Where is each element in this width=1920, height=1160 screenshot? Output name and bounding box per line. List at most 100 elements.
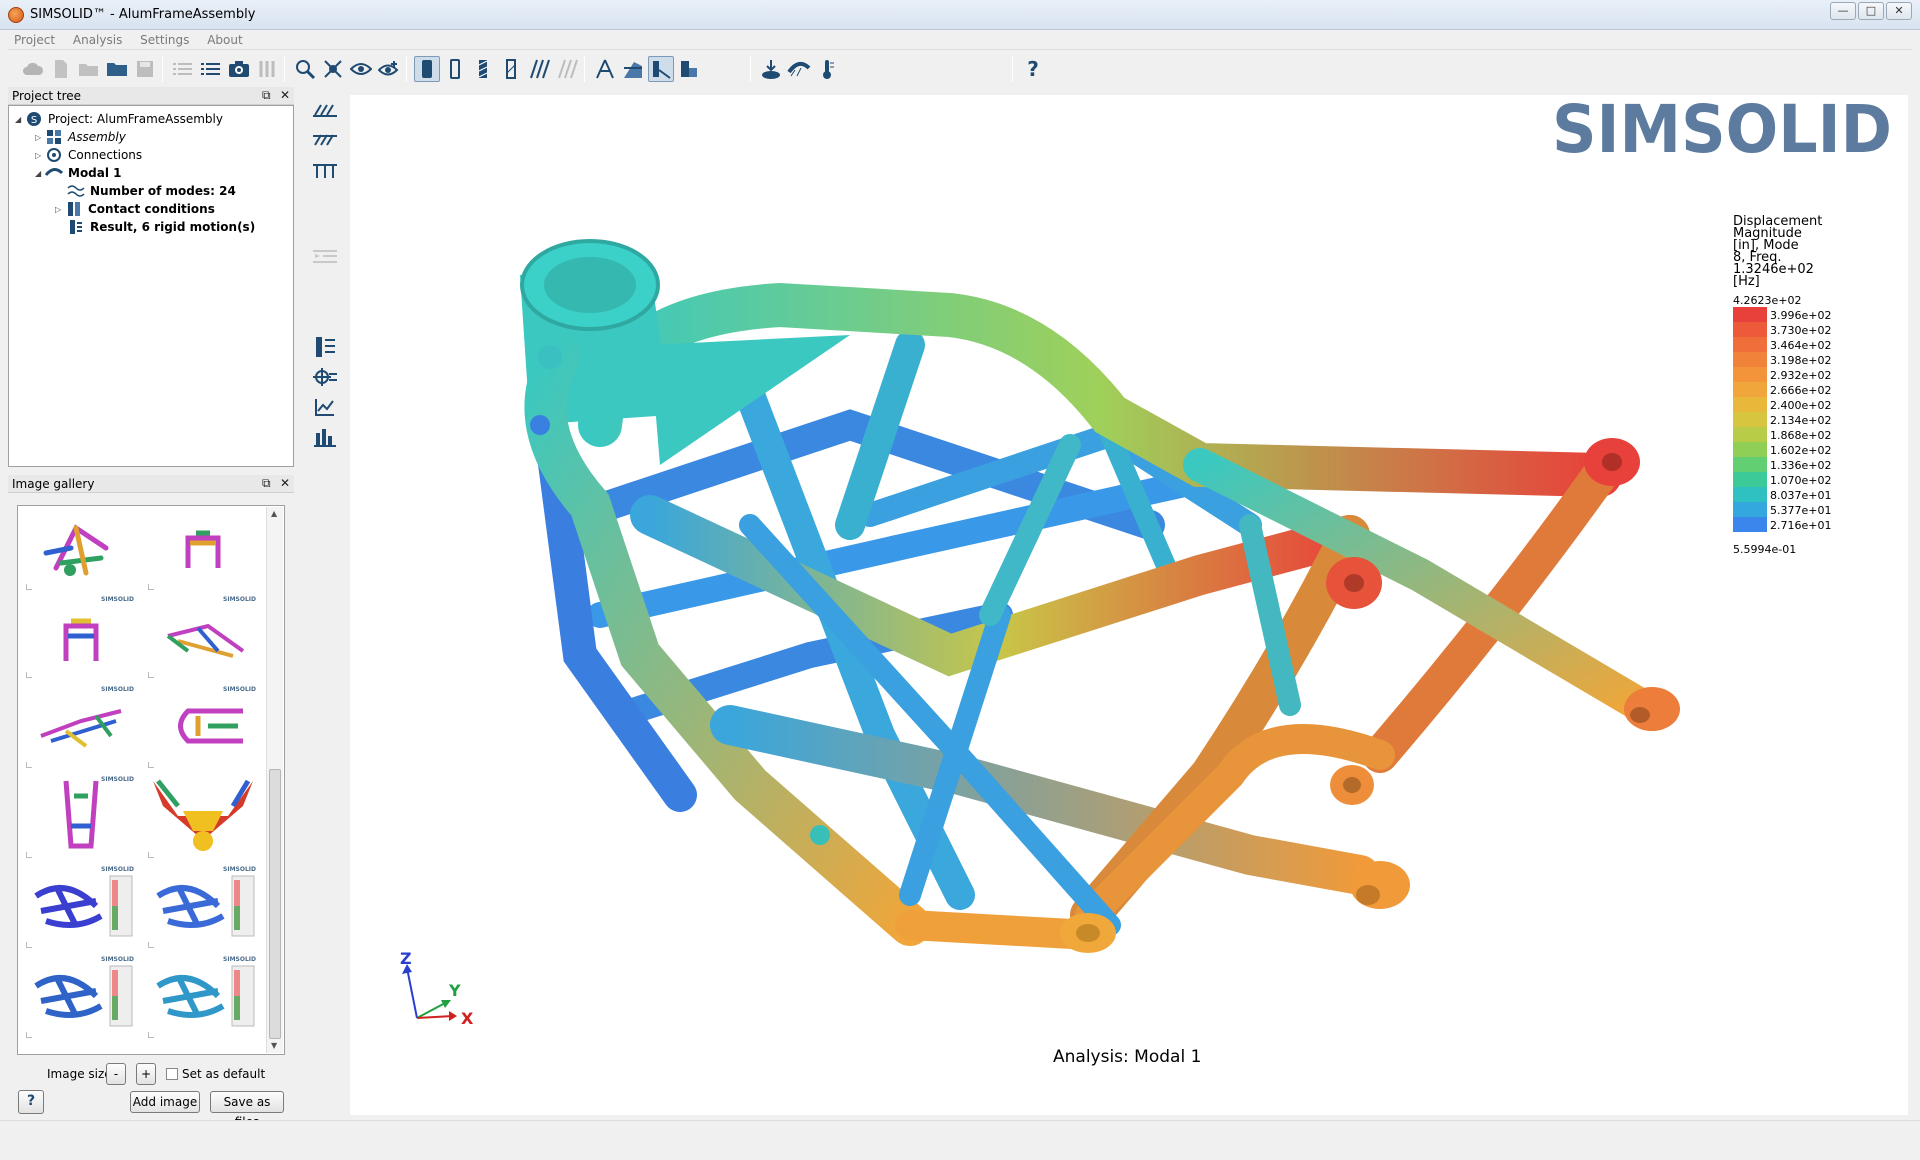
gallery-thumbnail[interactable]: SIMSOLID xyxy=(26,866,138,948)
insert-icon[interactable] xyxy=(312,245,338,269)
gallery-help-button[interactable]: ? xyxy=(18,1090,44,1114)
gallery-thumbnail[interactable]: SIMSOLID xyxy=(148,686,260,768)
view-mesh-icon[interactable] xyxy=(470,56,496,82)
view-section-icon[interactable] xyxy=(554,56,580,82)
minimize-button[interactable]: — xyxy=(1830,2,1856,20)
help-icon[interactable]: ? xyxy=(1020,56,1046,82)
details-list-icon[interactable] xyxy=(198,56,224,82)
save-icon[interactable] xyxy=(132,56,158,82)
set-default-checkbox[interactable] xyxy=(166,1068,178,1080)
show-all-icon[interactable] xyxy=(376,56,402,82)
probe-icon[interactable] xyxy=(648,56,674,82)
legend-swatch xyxy=(1733,472,1767,487)
close-panel-icon[interactable]: ✕ xyxy=(280,476,290,490)
gallery-thumbnail[interactable]: SIMSOLID xyxy=(26,686,138,768)
result-list-icon[interactable] xyxy=(312,335,338,359)
legend-label: 2.134e+02 xyxy=(1770,414,1832,427)
fixed-support-icon[interactable] xyxy=(312,159,338,183)
view-edges-icon[interactable] xyxy=(498,56,524,82)
axis-x-label: X xyxy=(461,1009,474,1028)
loads-icon[interactable] xyxy=(758,56,784,82)
scroll-down-icon[interactable]: ▼ xyxy=(271,1041,277,1050)
deformed-icon[interactable] xyxy=(676,56,702,82)
tree-item-connections[interactable]: ▷ Connections xyxy=(35,146,142,164)
frame-tubes xyxy=(520,239,1657,950)
float-panel-icon[interactable]: ⧉ xyxy=(262,476,271,491)
axis-y-label: Y xyxy=(448,981,461,1000)
simsolid-logo: SIMSOLID xyxy=(1552,96,1892,168)
tree-item-contact[interactable]: ▷ Contact conditions xyxy=(55,200,215,218)
legend-swatch xyxy=(1733,337,1767,352)
pressure-icon[interactable] xyxy=(312,129,338,153)
view-hatch-icon[interactable] xyxy=(526,56,552,82)
legend-swatch xyxy=(1733,457,1767,472)
tree-item-project[interactable]: ◢ S Project: AlumFrameAssembly xyxy=(15,110,223,128)
3d-viewport[interactable]: Z Y X xyxy=(350,95,1908,1115)
legend-swatch xyxy=(1733,427,1767,442)
scroll-up-icon[interactable]: ▲ xyxy=(271,509,277,518)
legend-entry: 8.037e+01 xyxy=(1733,487,1843,502)
gallery-thumbnail[interactable]: SIMSOLID xyxy=(148,866,260,948)
gallery-thumbnail[interactable]: SIMSOLID xyxy=(26,596,138,678)
hide-parts-icon[interactable] xyxy=(320,56,346,82)
close-panel-icon[interactable]: ✕ xyxy=(280,88,290,102)
view-solid-icon[interactable] xyxy=(414,56,440,82)
legend-label: 2.666e+02 xyxy=(1770,384,1832,397)
maximize-button[interactable]: □ xyxy=(1858,2,1884,20)
save-as-files-button[interactable]: Save as files xyxy=(210,1091,284,1129)
legend-swatch xyxy=(1733,352,1767,367)
camera-icon[interactable] xyxy=(226,56,252,82)
expand-arrow-icon[interactable]: ▷ xyxy=(35,133,45,142)
thermal-icon[interactable] xyxy=(814,56,840,82)
menu-project[interactable]: Project xyxy=(8,30,63,47)
image-size-minus-button[interactable]: - xyxy=(106,1063,126,1085)
list-icon[interactable] xyxy=(170,56,196,82)
gallery-thumbnail[interactable]: SIMSOLID xyxy=(26,956,138,1038)
set-default-label: Set as default xyxy=(182,1067,266,1081)
pattern-icon[interactable] xyxy=(254,56,280,82)
close-button[interactable]: ✕ xyxy=(1886,2,1912,20)
collapse-arrow-icon[interactable]: ◢ xyxy=(15,115,25,124)
new-file-icon[interactable] xyxy=(48,56,74,82)
tree-item-modal[interactable]: ◢ Modal 1 xyxy=(35,164,122,182)
expand-arrow-icon[interactable]: ▷ xyxy=(55,205,65,214)
add-image-button[interactable]: Add image xyxy=(130,1091,200,1113)
legend-swatch xyxy=(1733,487,1767,502)
gallery-scrollbar[interactable]: ▲ ▼ xyxy=(266,507,283,1053)
gallery-thumbnail[interactable] xyxy=(148,776,260,858)
menu-analysis[interactable]: Analysis xyxy=(67,30,130,47)
measure-icon[interactable] xyxy=(592,56,618,82)
expand-arrow-icon[interactable]: ▷ xyxy=(35,151,45,160)
bar-chart-icon[interactable] xyxy=(312,425,338,449)
gallery-thumbnail[interactable] xyxy=(26,508,138,590)
view-outline-icon[interactable] xyxy=(442,56,468,82)
show-eye-icon[interactable] xyxy=(348,56,374,82)
float-panel-icon[interactable]: ⧉ xyxy=(262,88,271,103)
tree-item-result[interactable]: Result, 6 rigid motion(s) xyxy=(67,218,255,236)
section-cut-icon[interactable] xyxy=(620,56,646,82)
line-chart-icon[interactable] xyxy=(312,395,338,419)
gallery-thumbnail[interactable]: SIMSOLID xyxy=(26,776,138,858)
folder-icon[interactable] xyxy=(104,56,130,82)
gallery-thumbnail[interactable]: SIMSOLID xyxy=(148,596,260,678)
open-folder-icon[interactable] xyxy=(76,56,102,82)
cloud-icon[interactable] xyxy=(20,56,46,82)
legend-entry: 2.932e+02 xyxy=(1733,367,1843,382)
collapse-arrow-icon[interactable]: ◢ xyxy=(35,169,45,178)
probe-point-icon[interactable] xyxy=(312,365,338,389)
scroll-thumb[interactable] xyxy=(269,769,281,1039)
tree-item-assembly[interactable]: ▷ Assembly xyxy=(35,128,126,146)
gallery-thumbnail[interactable]: SIMSOLID xyxy=(148,956,260,1038)
zoom-select-icon[interactable] xyxy=(292,56,318,82)
supports-icon[interactable] xyxy=(786,56,812,82)
image-size-plus-button[interactable]: + xyxy=(136,1063,156,1085)
tree-item-modes[interactable]: Number of modes: 24 xyxy=(67,182,236,200)
legend-entry: 1.070e+02 xyxy=(1733,472,1843,487)
legend-entry: 3.198e+02 xyxy=(1733,352,1843,367)
legend-entry: 2.666e+02 xyxy=(1733,382,1843,397)
frame-model[interactable] xyxy=(350,95,1908,1115)
load-pattern-icon[interactable] xyxy=(312,99,338,123)
menu-about[interactable]: About xyxy=(201,30,250,47)
menu-settings[interactable]: Settings xyxy=(134,30,197,47)
gallery-thumbnail[interactable] xyxy=(148,508,260,590)
